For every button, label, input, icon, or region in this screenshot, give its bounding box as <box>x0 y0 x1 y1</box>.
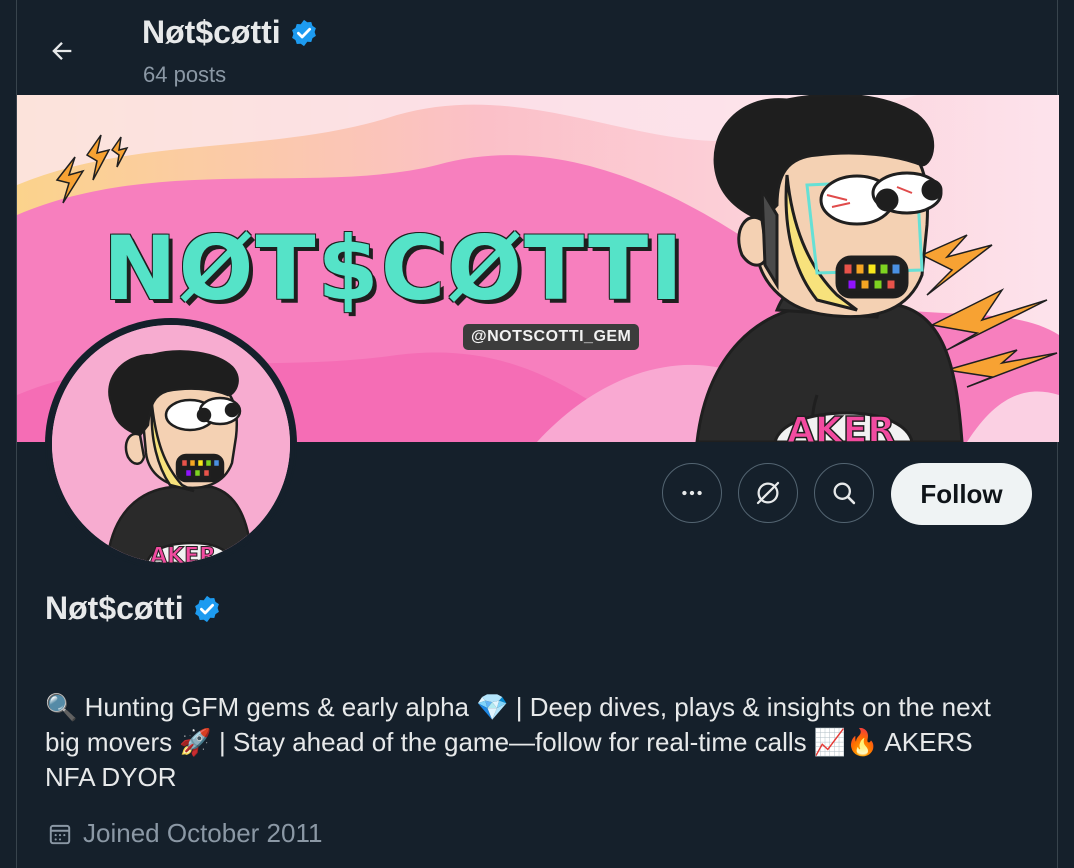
profile-bio: 🔍 Hunting GFM gems & early alpha 💎 | Dee… <box>45 692 991 792</box>
top-bar: Nøt$cøtti 64 posts <box>17 0 1059 95</box>
posts-count: 64 posts <box>143 62 227 87</box>
display-name-text: Nøt$cøtti <box>45 590 184 626</box>
avatar-artwork: AKER <box>52 325 290 563</box>
grok-icon <box>756 481 780 505</box>
avatar-shirt-text: AKER <box>150 544 216 563</box>
grok-button[interactable] <box>738 463 798 523</box>
profile-name: Nøt$cøtti <box>45 590 222 627</box>
search-icon <box>833 482 856 505</box>
joined-date: Joined October 2011 <box>47 818 322 849</box>
joined-text: Joined October 2011 <box>83 818 323 848</box>
banner-shirt-text: AKER <box>787 410 895 442</box>
banner-handle-tag: @NOTSCOTTI_GEM <box>463 324 640 350</box>
search-profile-button[interactable] <box>814 463 874 523</box>
verified-badge-icon[interactable] <box>192 594 222 624</box>
avatar[interactable]: AKER <box>47 320 295 568</box>
arrow-left-icon <box>52 42 72 60</box>
header-title: Nøt$cøtti <box>142 14 319 51</box>
header-name: Nøt$cøtti <box>142 14 281 50</box>
banner-headline: NØT$CØTTI <box>103 217 685 320</box>
more-options-button[interactable] <box>662 463 722 523</box>
profile-column: Nøt$cøtti 64 posts AKER NØT$CØTTI @NOTSC… <box>16 0 1059 868</box>
profile-page: Nøt$cøtti 64 posts AKER NØT$CØTTI @NOTSC… <box>0 0 1074 868</box>
more-dots-icon <box>682 490 702 496</box>
calendar-icon <box>49 824 71 844</box>
follow-button[interactable]: Follow <box>891 463 1032 525</box>
verified-badge-icon <box>291 19 316 46</box>
back-button[interactable] <box>41 30 83 72</box>
